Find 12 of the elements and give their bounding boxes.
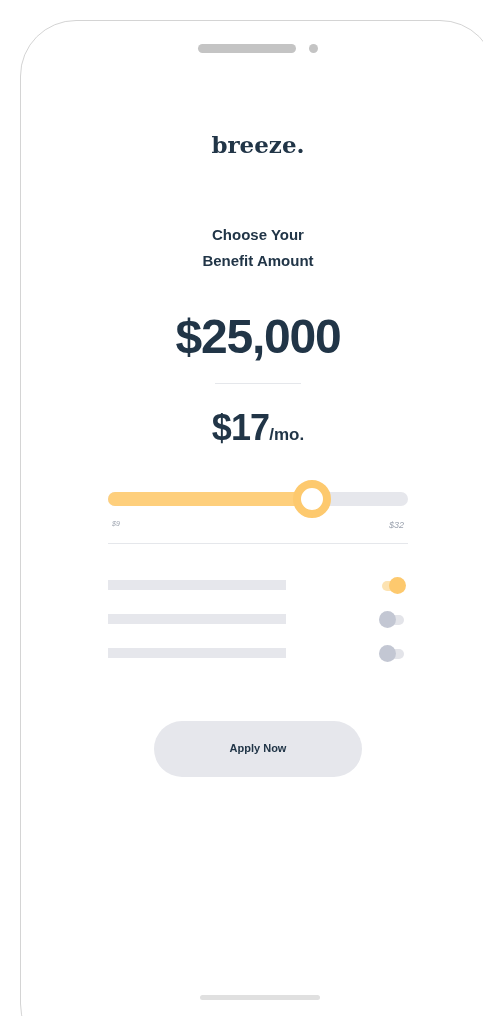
logo: breeze. [211,133,305,156]
slider-thumb[interactable] [293,480,331,518]
toggle-switch[interactable] [378,611,406,626]
slider-max-label: $32 [388,519,404,532]
toggle-switch[interactable] [378,645,406,660]
price-unit: /mo. [269,426,305,443]
heading-line: Benefit Amount [202,251,314,271]
monthly-price: $17 [211,410,270,446]
slider-track[interactable] [108,480,408,518]
heading-line: Choose Your [212,225,304,245]
apply-now-button[interactable]: Apply Now [154,720,362,777]
benefit-amount: $25,000 [175,313,341,361]
